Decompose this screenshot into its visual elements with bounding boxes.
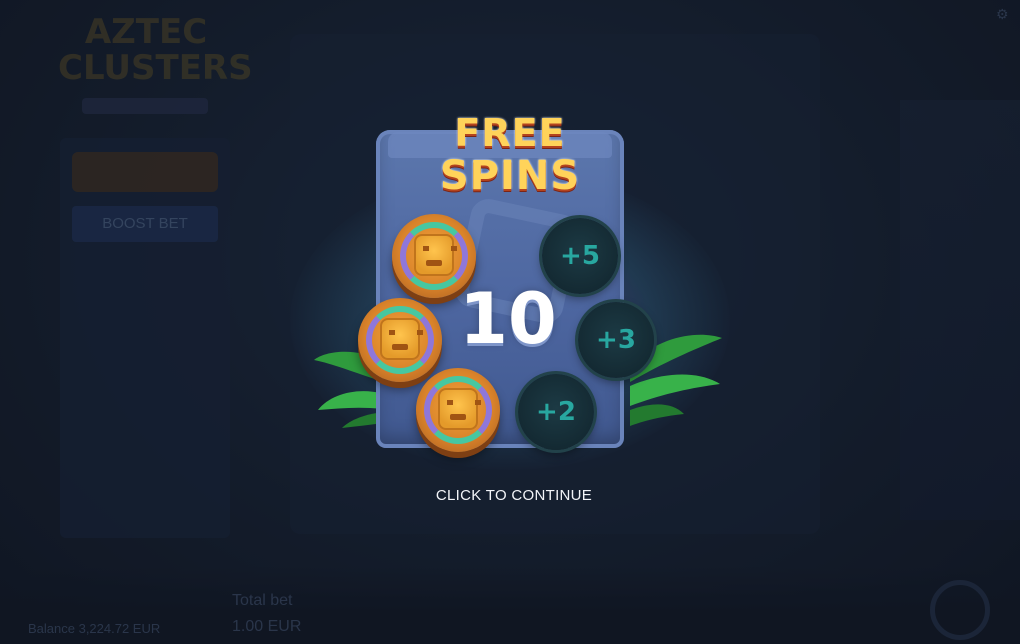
- title-line-1: FREE: [454, 111, 566, 155]
- scatter-coin-icon: [358, 298, 442, 382]
- bonus-spins-disk: +2: [518, 374, 594, 450]
- free-spins-title: FREE SPINS: [424, 112, 596, 198]
- click-to-continue-prompt[interactable]: CLICK TO CONTINUE: [414, 487, 614, 504]
- free-spins-count: 10: [459, 278, 557, 360]
- bonus-spins-disk: +5: [542, 218, 618, 294]
- scatter-coin-icon: [416, 368, 500, 452]
- title-line-2: SPINS: [439, 153, 581, 199]
- bonus-spins-disk: +3: [578, 302, 654, 378]
